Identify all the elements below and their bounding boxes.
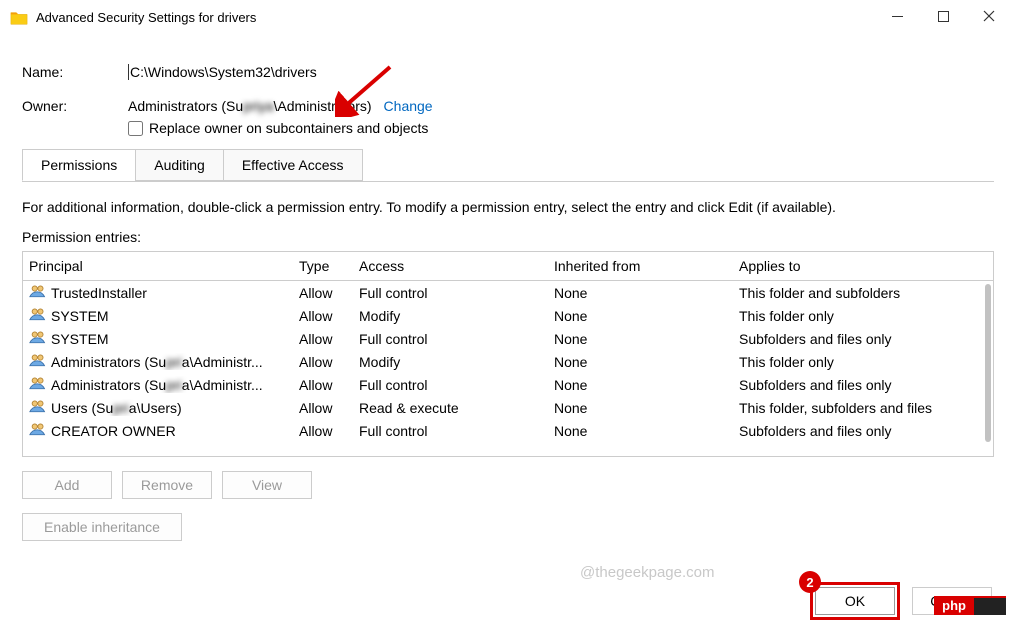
type-cell: Allow (293, 281, 353, 305)
group-icon (29, 376, 47, 393)
principal-cell: Administrators (Supria\Administr... (29, 376, 287, 393)
group-icon (29, 422, 47, 439)
access-cell: Modify (353, 350, 548, 373)
type-cell: Allow (293, 350, 353, 373)
group-icon (29, 284, 47, 301)
owner-label: Owner: (22, 98, 128, 114)
applies-cell: Subfolders and files only (733, 327, 993, 350)
text-caret (128, 64, 129, 80)
col-principal[interactable]: Principal (23, 252, 293, 281)
close-button[interactable] (966, 0, 1012, 32)
group-icon (29, 307, 47, 324)
enable-inheritance-button[interactable]: Enable inheritance (22, 513, 182, 541)
principal-name: Users (Supria\Users) (51, 400, 182, 416)
tab-description: For additional information, double-click… (22, 199, 994, 215)
type-cell: Allow (293, 396, 353, 419)
scrollbar-thumb[interactable] (985, 284, 991, 442)
access-cell: Read & execute (353, 396, 548, 419)
minimize-button[interactable] (874, 0, 920, 32)
inherited-cell: None (548, 281, 733, 305)
add-button[interactable]: Add (22, 471, 112, 499)
php-label: php (934, 596, 974, 615)
applies-cell: This folder only (733, 304, 993, 327)
permission-table: Principal Type Access Inherited from App… (22, 251, 994, 457)
principal-cell: CREATOR OWNER (29, 422, 287, 439)
principal-name: SYSTEM (51, 331, 109, 347)
principal-cell: SYSTEM (29, 307, 287, 324)
principal-name: CREATOR OWNER (51, 423, 176, 439)
scrollbar[interactable] (977, 284, 993, 456)
view-button[interactable]: View (222, 471, 312, 499)
applies-cell: This folder and subfolders (733, 281, 993, 305)
window-title: Advanced Security Settings for drivers (36, 10, 256, 25)
inherited-cell: None (548, 373, 733, 396)
table-row[interactable]: Administrators (Supria\Administr... Allow… (23, 350, 993, 373)
name-label: Name: (22, 64, 128, 80)
principal-name: TrustedInstaller (51, 285, 147, 301)
type-cell: Allow (293, 419, 353, 442)
applies-cell: This folder, subfolders and files (733, 396, 993, 419)
principal-cell: TrustedInstaller (29, 284, 287, 301)
applies-cell: Subfolders and files only (733, 373, 993, 396)
type-cell: Allow (293, 304, 353, 327)
table-row[interactable]: Users (Supria\Users) AllowRead & executeN… (23, 396, 993, 419)
col-applies[interactable]: Applies to (733, 252, 993, 281)
access-cell: Modify (353, 304, 548, 327)
applies-cell: Subfolders and files only (733, 419, 993, 442)
col-access[interactable]: Access (353, 252, 548, 281)
ok-highlight: 2 OK (810, 582, 900, 620)
principal-name: SYSTEM (51, 308, 109, 324)
principal-name: Administrators (Supria\Administr... (51, 354, 263, 370)
ok-button[interactable]: OK (815, 587, 895, 615)
inherited-cell: None (548, 419, 733, 442)
group-icon (29, 353, 47, 370)
access-cell: Full control (353, 327, 548, 350)
owner-suffix: \Administrators) (274, 98, 372, 114)
owner-redacted: priya (243, 98, 273, 114)
col-inherited[interactable]: Inherited from (548, 252, 733, 281)
table-row[interactable]: SYSTEM AllowFull controlNoneSubfolders an… (23, 327, 993, 350)
access-cell: Full control (353, 373, 548, 396)
maximize-button[interactable] (920, 0, 966, 32)
inherited-cell: None (548, 396, 733, 419)
principal-cell: SYSTEM (29, 330, 287, 347)
folder-icon (10, 9, 28, 27)
owner-prefix: Administrators (Su (128, 98, 243, 114)
table-row[interactable]: SYSTEM AllowModifyNoneThis folder only (23, 304, 993, 327)
titlebar: Advanced Security Settings for drivers (0, 0, 1012, 36)
table-row[interactable]: CREATOR OWNER AllowFull controlNoneSubfol… (23, 419, 993, 442)
table-row[interactable]: Administrators (Supria\Administr... Allow… (23, 373, 993, 396)
group-icon (29, 330, 47, 347)
watermark: @thegeekpage.com (580, 564, 714, 581)
tab-effective-access[interactable]: Effective Access (223, 149, 363, 181)
name-field[interactable] (130, 64, 530, 80)
tab-bar: Permissions Auditing Effective Access (22, 149, 994, 182)
remove-button[interactable]: Remove (122, 471, 212, 499)
access-cell: Full control (353, 281, 548, 305)
change-owner-link[interactable]: Change (384, 98, 433, 114)
tab-permissions[interactable]: Permissions (22, 149, 136, 181)
principal-name: Administrators (Supria\Administr... (51, 377, 263, 393)
replace-owner-label: Replace owner on subcontainers and objec… (149, 120, 428, 136)
window-controls (874, 0, 1012, 32)
inherited-cell: None (548, 350, 733, 373)
type-cell: Allow (293, 327, 353, 350)
type-cell: Allow (293, 373, 353, 396)
col-type[interactable]: Type (293, 252, 353, 281)
access-cell: Full control (353, 419, 548, 442)
tab-auditing[interactable]: Auditing (135, 149, 224, 181)
step-badge: 2 (799, 571, 821, 593)
entries-label: Permission entries: (22, 229, 994, 245)
principal-cell: Users (Supria\Users) (29, 399, 287, 416)
php-dark-block (974, 596, 1006, 615)
table-row[interactable]: TrustedInstaller AllowFull controlNoneThi… (23, 281, 993, 305)
php-watermark: php (934, 596, 1006, 615)
inherited-cell: None (548, 304, 733, 327)
applies-cell: This folder only (733, 350, 993, 373)
principal-cell: Administrators (Supria\Administr... (29, 353, 287, 370)
replace-owner-checkbox[interactable] (128, 121, 143, 136)
owner-value: Administrators (Supriya\Administrators) (128, 98, 372, 114)
group-icon (29, 399, 47, 416)
inherited-cell: None (548, 327, 733, 350)
